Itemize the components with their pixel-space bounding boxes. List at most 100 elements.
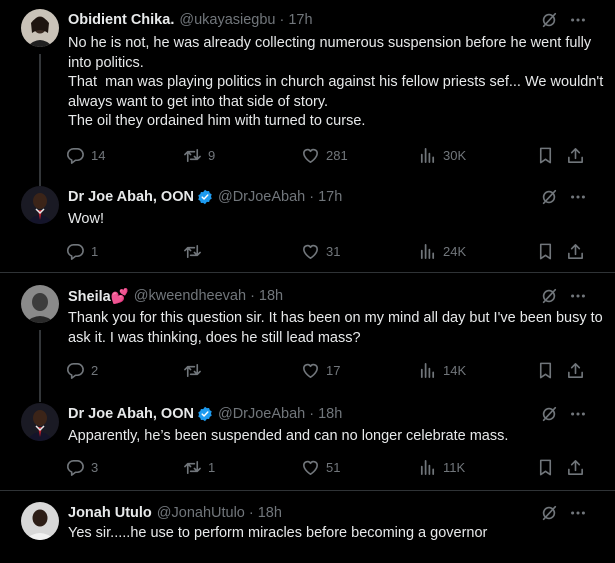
display-name[interactable]: Sheila💕 <box>68 288 129 305</box>
share-icon <box>568 243 583 259</box>
retweet-icon <box>184 148 201 162</box>
dot-separator: · <box>248 505 254 521</box>
verified-badge-icon <box>198 189 212 205</box>
bookmark-button[interactable] <box>536 241 555 261</box>
grok-icon[interactable] <box>540 504 558 522</box>
share-button[interactable] <box>566 241 585 261</box>
heart-icon <box>303 363 318 378</box>
grok-icon[interactable] <box>540 287 558 305</box>
retweet-icon <box>184 363 201 377</box>
share-icon <box>568 362 583 378</box>
display-name[interactable]: Jonah Utulo <box>68 505 152 521</box>
retweet-button[interactable]: 9 <box>183 145 215 165</box>
views-count: 30K <box>443 147 467 163</box>
retweet-count: 1 <box>208 459 216 475</box>
reply-icon <box>66 147 84 164</box>
avatar[interactable] <box>21 403 59 441</box>
reply-count: 2 <box>91 362 99 378</box>
divider <box>0 490 615 491</box>
more-options-icon[interactable] <box>569 405 587 423</box>
divider <box>0 272 615 273</box>
reply-count: 3 <box>91 459 99 475</box>
tweet-text: Apparently, he’s been suspended and can … <box>68 428 509 444</box>
analytics-icon <box>420 362 435 378</box>
more-options-icon[interactable] <box>569 287 587 305</box>
share-button[interactable] <box>566 457 585 477</box>
retweet-button[interactable] <box>183 360 208 380</box>
display-name[interactable]: Obidient Chika. <box>68 12 174 28</box>
verified-badge-icon <box>198 406 212 422</box>
views-button[interactable]: 24K <box>418 241 466 261</box>
reply-button[interactable]: 14 <box>66 145 105 165</box>
like-count: 17 <box>326 362 341 378</box>
timestamp[interactable]: 17h <box>288 12 312 28</box>
views-button[interactable]: 14K <box>418 360 466 380</box>
reply-button[interactable]: 2 <box>66 360 98 380</box>
bookmark-icon <box>539 362 552 378</box>
views-button[interactable]: 30K <box>418 145 466 165</box>
avatar[interactable] <box>21 186 59 224</box>
avatar[interactable] <box>21 9 59 47</box>
retweet-icon <box>184 460 201 474</box>
views-count: 11K <box>443 459 466 475</box>
tweet-actions: 14 9 281 30K <box>66 145 586 167</box>
reply-icon <box>66 362 84 379</box>
avatar[interactable] <box>21 502 59 540</box>
avatar[interactable] <box>21 285 59 323</box>
tweet-text: Thank you for this question sir. It has … <box>68 310 607 346</box>
dot-separator: · <box>279 12 285 28</box>
handle[interactable]: @JonahUtulo <box>157 505 245 521</box>
handle[interactable]: @DrJoeAbah <box>218 189 305 205</box>
timestamp[interactable]: 17h <box>318 189 342 205</box>
bookmark-button[interactable] <box>536 457 555 477</box>
timestamp[interactable]: 18h <box>318 406 342 422</box>
analytics-icon <box>420 459 435 475</box>
retweet-button[interactable]: 1 <box>183 457 215 477</box>
tweet-actions: 1 31 24K <box>66 241 586 263</box>
reply-icon <box>66 459 84 476</box>
share-button[interactable] <box>566 145 585 165</box>
tweet-text: Wow! <box>68 211 104 227</box>
more-options-icon[interactable] <box>569 188 587 206</box>
grok-icon[interactable] <box>540 11 558 29</box>
handle[interactable]: @kweendheevah <box>134 288 246 304</box>
views-count: 14K <box>443 362 467 378</box>
heart-icon <box>303 244 318 259</box>
handle[interactable]: @ukayasiegbu <box>179 12 275 28</box>
tweet-text: Yes sir.....he use to perform miracles b… <box>68 525 488 541</box>
handle[interactable]: @DrJoeAbah <box>218 406 305 422</box>
display-name[interactable]: Dr Joe Abah, OON <box>68 189 194 205</box>
timestamp[interactable]: 18h <box>258 505 282 521</box>
like-button[interactable]: 17 <box>301 360 340 380</box>
reply-count: 14 <box>91 147 106 163</box>
like-count: 281 <box>326 147 348 163</box>
tweet-actions: 2 17 14K <box>66 360 586 382</box>
timestamp[interactable]: 18h <box>259 288 283 304</box>
bookmark-button[interactable] <box>536 145 555 165</box>
reply-button[interactable]: 1 <box>66 241 98 261</box>
retweet-button[interactable] <box>183 241 208 261</box>
retweet-icon <box>184 244 201 258</box>
display-name[interactable]: Dr Joe Abah, OON <box>68 406 194 422</box>
more-options-icon[interactable] <box>569 11 587 29</box>
analytics-icon <box>420 243 435 259</box>
reply-count: 1 <box>91 243 99 259</box>
bookmark-icon <box>539 147 552 163</box>
grok-icon[interactable] <box>540 188 558 206</box>
tweet-text: No he is not, he was already collecting … <box>68 35 604 129</box>
like-button[interactable]: 281 <box>301 145 348 165</box>
tweet-actions: 3 1 51 11K <box>66 457 586 479</box>
share-button[interactable] <box>566 360 585 380</box>
like-button[interactable]: 51 <box>301 457 340 477</box>
grok-icon[interactable] <box>540 405 558 423</box>
more-options-icon[interactable] <box>569 504 587 522</box>
heart-icon <box>303 460 318 475</box>
bookmark-icon <box>539 243 552 259</box>
reply-icon <box>66 243 84 260</box>
bookmark-icon <box>539 459 552 475</box>
like-button[interactable]: 31 <box>301 241 340 261</box>
views-button[interactable]: 11K <box>418 457 465 477</box>
bookmark-button[interactable] <box>536 360 555 380</box>
retweet-count: 9 <box>208 147 216 163</box>
reply-button[interactable]: 3 <box>66 457 98 477</box>
